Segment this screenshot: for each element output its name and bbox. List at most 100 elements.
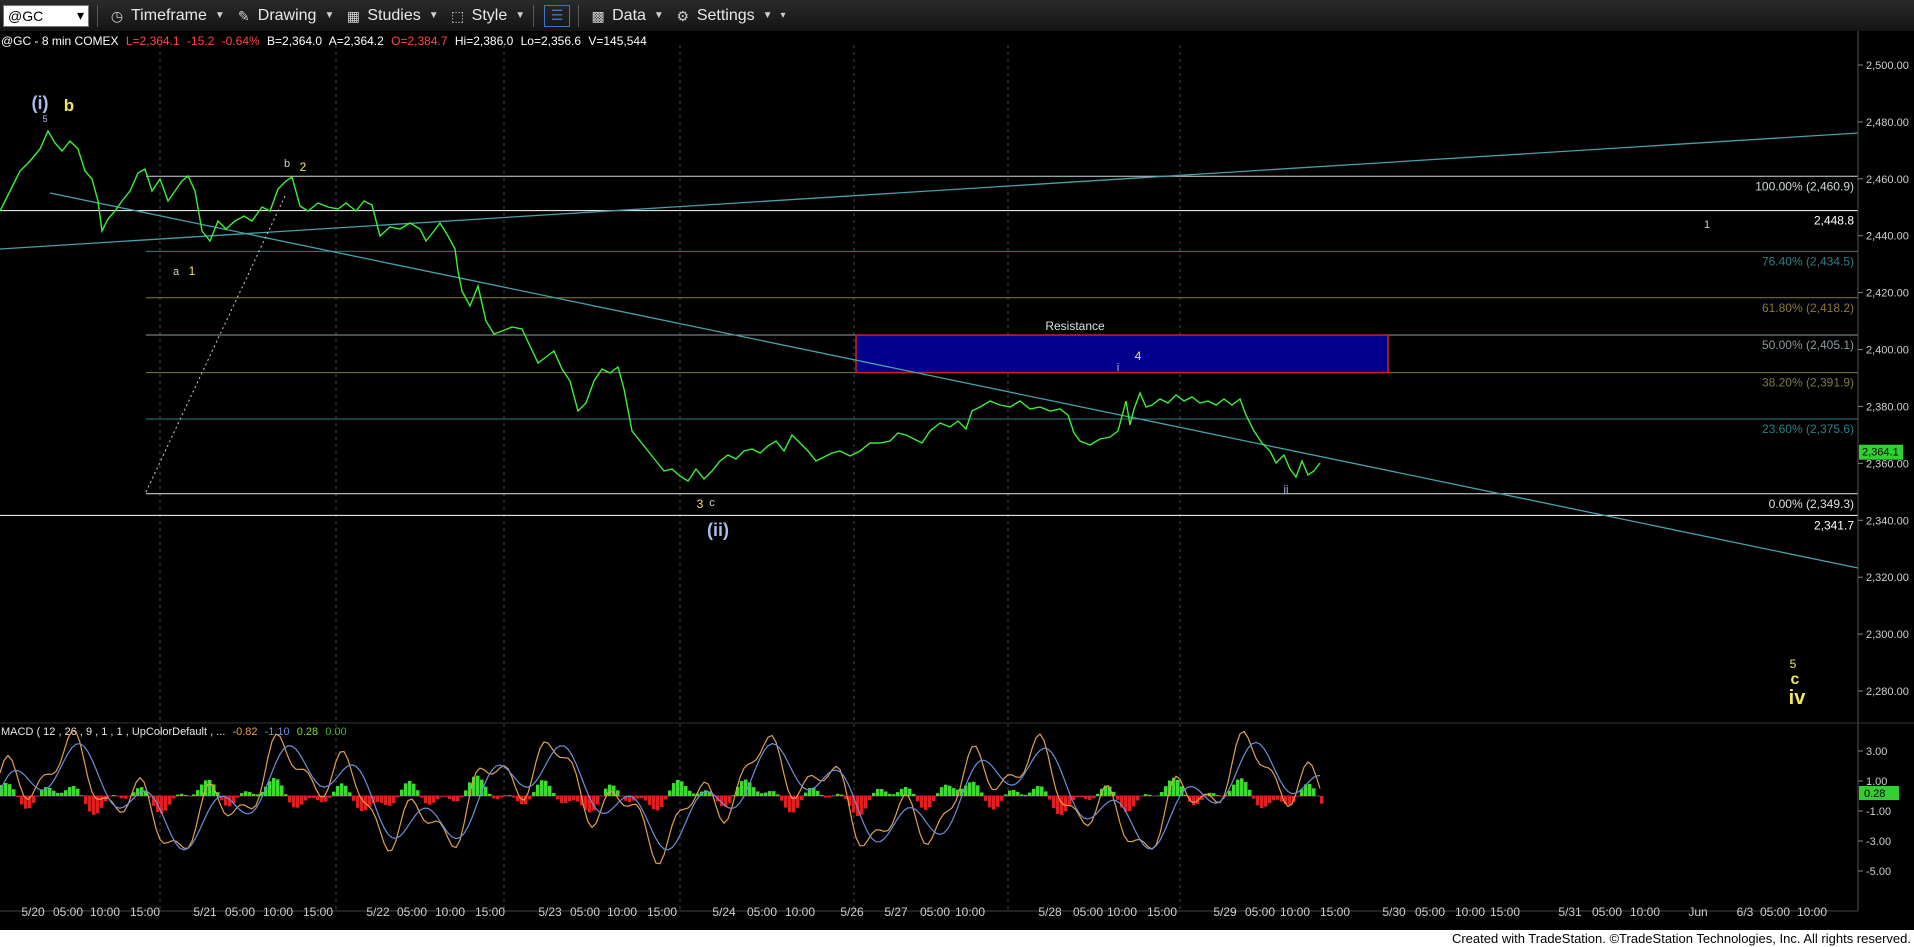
drawing-menu[interactable]: ✎ Drawing ▼ (235, 7, 334, 25)
histogram-bar (72, 785, 76, 796)
time-tick-label: 5/29 (1213, 905, 1237, 919)
status-bid: B=2,364.0 (267, 34, 322, 48)
wave-label: 4 (1135, 349, 1142, 363)
histogram-bar (448, 796, 452, 799)
price-tick-label: 2,480.00 (1866, 117, 1909, 129)
time-tick-label: 05:00 (225, 905, 255, 919)
data-label: Data (612, 6, 646, 24)
histogram-bar (112, 795, 116, 796)
histogram-bar (884, 791, 888, 796)
histogram-bar (1052, 796, 1056, 809)
wave-label: 1 (1704, 219, 1710, 231)
price-tick-label: 2,400.00 (1866, 345, 1909, 357)
histogram-bar (184, 795, 188, 796)
histogram-bar (252, 793, 256, 796)
histogram-bar (316, 796, 320, 801)
histogram-bar (312, 796, 316, 799)
separator (578, 4, 580, 27)
histogram-bar (1248, 789, 1252, 796)
price-tick-label: 2,340.00 (1866, 515, 1909, 527)
histogram-bar (208, 779, 212, 796)
fib-level-label: 50.00% (2,405.1) (1762, 338, 1854, 352)
histogram-bar (816, 790, 820, 796)
histogram-bar (928, 796, 932, 808)
chevron-down-icon: ▼ (428, 10, 439, 21)
time-tick-label: 5/27 (884, 905, 908, 919)
footer-copyright: Created with TradeStation. ©TradeStation… (1451, 931, 1911, 946)
resistance-box[interactable] (855, 334, 1389, 374)
status-readout: @GC - 8 min COMEX L=2,364.1 -15.2 -0.64%… (1, 34, 647, 48)
histogram-bar (288, 796, 292, 803)
layout-icon[interactable]: ☰ (544, 4, 571, 27)
histogram-bar (636, 796, 640, 799)
histogram-bar (892, 794, 896, 796)
histogram-bar (240, 793, 244, 796)
histogram-bar (76, 788, 80, 796)
time-tick-label: Jun (1688, 905, 1707, 919)
histogram-bar (948, 785, 952, 796)
fib-level-label: 0.00% (2,349.3) (1769, 497, 1854, 511)
histogram-bar (356, 796, 360, 808)
histogram-bar (828, 796, 832, 798)
histogram-bar (920, 796, 924, 808)
macd-value-3: 0.28 (297, 726, 318, 738)
histogram-bar (944, 784, 948, 796)
chart-area[interactable]: 100.00% (2,460.9) 2,448.8 76.40% (2,434.5)… (0, 31, 1914, 930)
histogram-bar (1024, 794, 1028, 796)
histogram-bar (1264, 796, 1268, 807)
histogram-bar (416, 790, 420, 796)
fib-level-label: 38.20% (2,391.9) (1762, 376, 1854, 390)
timeframe-menu[interactable]: ◷ Timeframe ▼ (108, 7, 225, 25)
histogram-bar (532, 792, 536, 796)
histogram-bar (88, 796, 92, 812)
histogram-bar (16, 796, 20, 798)
histogram-bar (680, 781, 684, 796)
style-menu[interactable]: ⬚ Style ▼ (449, 7, 525, 25)
histogram-bar (4, 783, 8, 796)
histogram-bar (1232, 784, 1236, 796)
time-tick-label: 05:00 (747, 905, 777, 919)
price-tick-label: 2,460.00 (1866, 174, 1909, 186)
histogram-bar (760, 793, 764, 796)
histogram-bar (8, 784, 12, 796)
histogram-bar (880, 789, 884, 796)
separator (97, 4, 98, 27)
settings-menu[interactable]: ⚙ Settings ▼ ▾ (674, 7, 786, 25)
histogram-bar (756, 791, 760, 796)
chevron-down-icon[interactable]: ▾ (77, 7, 84, 24)
histogram-bar (280, 785, 284, 796)
studies-label: Studies (367, 6, 421, 24)
studies-menu[interactable]: ▦ Studies ▼ (344, 6, 439, 25)
data-menu[interactable]: ▩ Data ▼ (589, 7, 664, 25)
style-icon: ⬚ (451, 7, 465, 24)
histogram-bar (20, 796, 24, 805)
more-icon: ▾ (780, 10, 786, 21)
time-tick-label: 15:00 (1147, 905, 1177, 919)
fib-level-label: 76.40% (2,434.5) (1762, 254, 1854, 268)
histogram-bar (332, 791, 336, 796)
histogram-bar (572, 796, 576, 801)
histogram-bar (64, 790, 68, 796)
wave-label: 1 (189, 264, 196, 278)
histogram-bar (968, 782, 972, 796)
histogram-bar (940, 787, 944, 796)
histogram-bar (32, 796, 36, 803)
histogram-bar (388, 796, 392, 806)
histogram-bar (1128, 796, 1132, 812)
status-symbol: @GC - 8 min COMEX (1, 34, 119, 48)
time-tick-label: 5/31 (1558, 905, 1582, 919)
histogram-bar (992, 796, 996, 810)
time-tick-label: 10:00 (955, 905, 985, 919)
histogram-bar (304, 796, 308, 801)
histogram-bar (568, 796, 572, 802)
price-tick-label: 2,500.00 (1866, 60, 1909, 72)
symbol-input[interactable]: @GC ▾ (3, 4, 89, 27)
wave-label: a (173, 266, 180, 278)
fib-level-label: 2,341.7 (1814, 518, 1854, 532)
histogram-bar (424, 796, 428, 804)
histogram-bar (824, 796, 828, 798)
histogram-bar (80, 795, 84, 796)
histogram-bar (788, 796, 792, 813)
histogram-bar (1084, 796, 1088, 800)
histogram-bar (776, 794, 780, 796)
